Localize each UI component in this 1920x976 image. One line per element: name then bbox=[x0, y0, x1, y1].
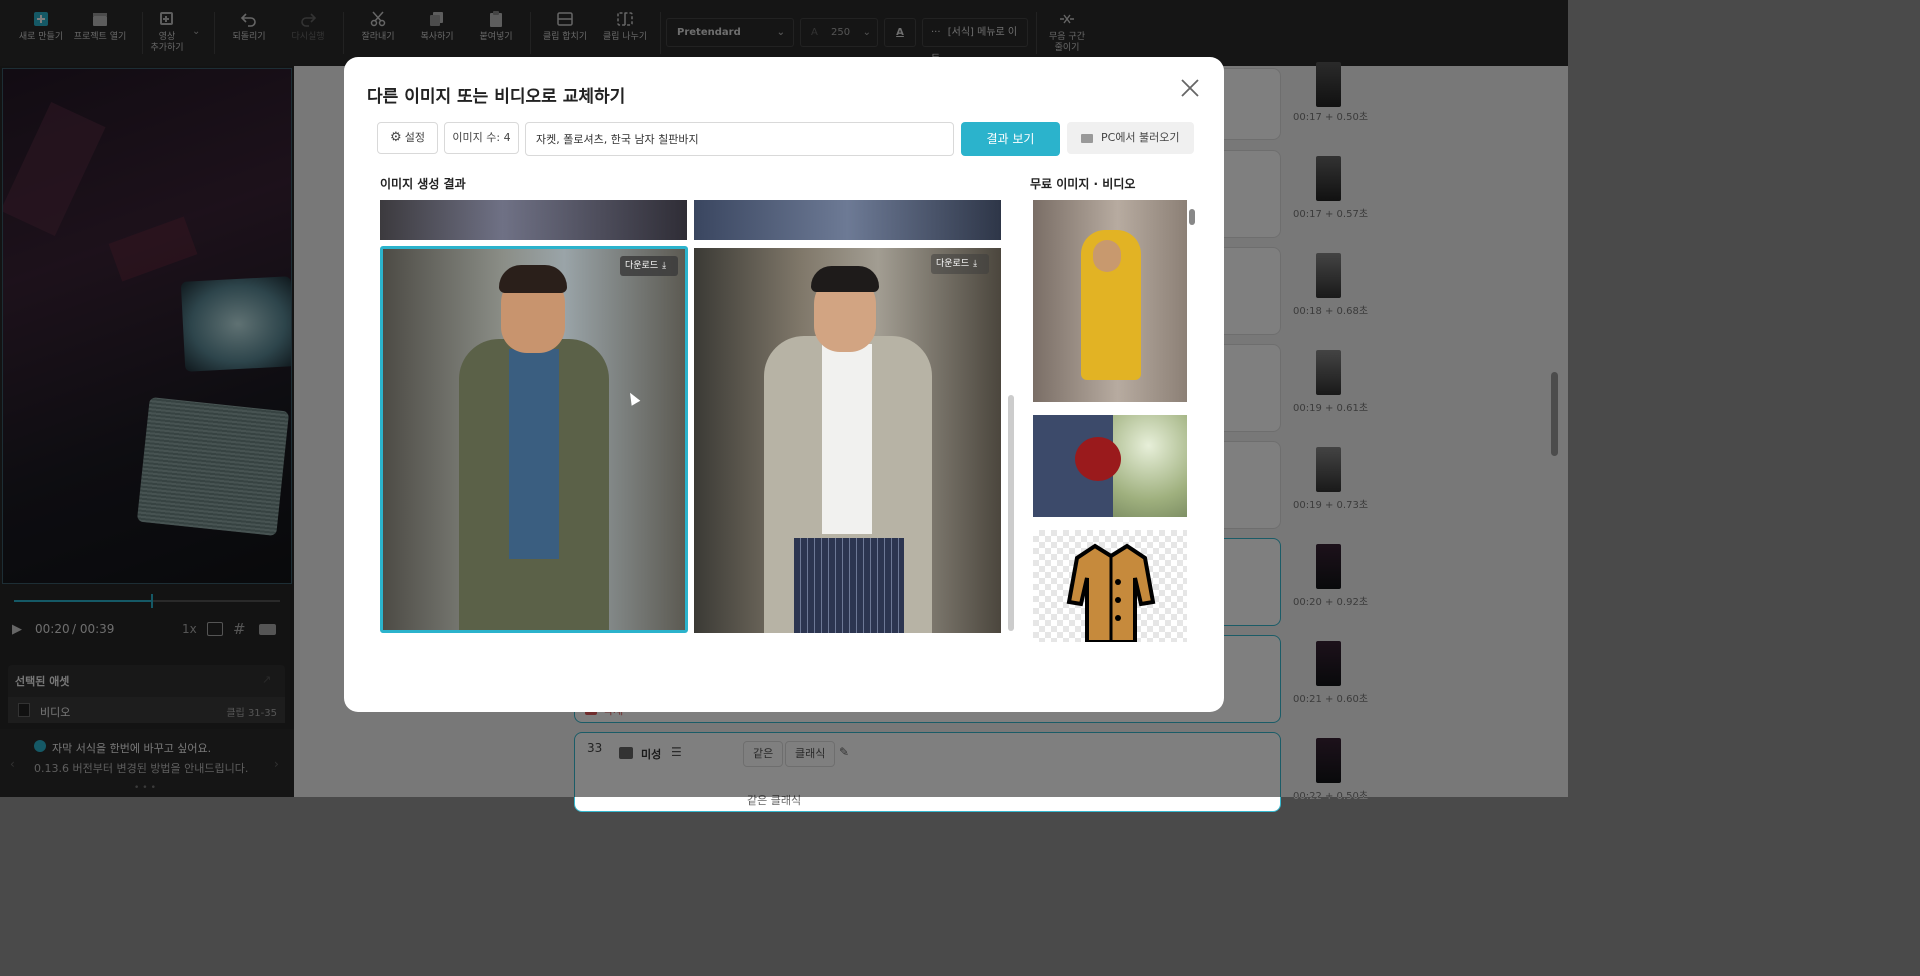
close-icon[interactable] bbox=[1179, 77, 1201, 99]
load-from-pc-button[interactable]: PC에서 불러오기 bbox=[1067, 122, 1194, 154]
gear-icon: ⚙ bbox=[390, 130, 402, 145]
hair-shape bbox=[499, 265, 567, 293]
download-button[interactable]: 다운로드 ⤓ bbox=[931, 254, 989, 274]
results-grid: 다운로드 ⤓ 다운로드 ⤓ bbox=[380, 200, 1002, 633]
view-results-button[interactable]: 결과 보기 bbox=[961, 122, 1060, 156]
face-shape bbox=[1093, 240, 1121, 272]
result-image[interactable] bbox=[380, 200, 687, 240]
monitor-icon bbox=[1081, 133, 1093, 143]
results-section-title: 이미지 생성 결과 bbox=[380, 177, 466, 191]
replace-media-modal: 다른 이미지 또는 비디오로 교체하기 ⚙설정 이미지 수: 4 결과 보기 P… bbox=[344, 57, 1224, 712]
shirt-shape bbox=[509, 349, 559, 559]
download-icon: ⤓ bbox=[973, 259, 978, 269]
free-media-image[interactable] bbox=[1033, 415, 1187, 517]
prompt-input[interactable] bbox=[525, 122, 954, 156]
settings-button[interactable]: ⚙ 설정 bbox=[377, 122, 438, 154]
free-media-scrollbar[interactable] bbox=[1189, 209, 1195, 225]
free-media-section-title: 무료 이미지 · 비디오 bbox=[1030, 177, 1136, 191]
modal-title: 다른 이미지 또는 비디오로 교체하기 bbox=[367, 87, 626, 107]
load-from-pc-label: PC에서 불러오기 bbox=[1101, 131, 1180, 144]
results-scrollbar[interactable] bbox=[1008, 395, 1014, 631]
hair-shape bbox=[811, 266, 879, 292]
pants-shape bbox=[794, 538, 904, 633]
result-image[interactable] bbox=[694, 200, 1001, 240]
free-media-image[interactable] bbox=[1033, 530, 1187, 642]
image-count-button[interactable]: 이미지 수: 4 bbox=[444, 122, 519, 154]
rose-shape bbox=[1075, 437, 1121, 481]
shirt-shape bbox=[822, 344, 872, 534]
free-media-image[interactable] bbox=[1033, 200, 1187, 402]
download-icon: ⤓ bbox=[662, 261, 667, 271]
settings-label: 설정 bbox=[404, 131, 425, 144]
coat-icon bbox=[1066, 543, 1156, 642]
download-label: 다운로드 bbox=[936, 259, 970, 269]
download-button[interactable]: 다운로드 ⤓ bbox=[620, 256, 678, 276]
result-image[interactable]: 다운로드 ⤓ bbox=[694, 248, 1001, 633]
download-label: 다운로드 bbox=[625, 261, 659, 271]
result-image-selected[interactable]: 다운로드 ⤓ bbox=[380, 246, 688, 633]
